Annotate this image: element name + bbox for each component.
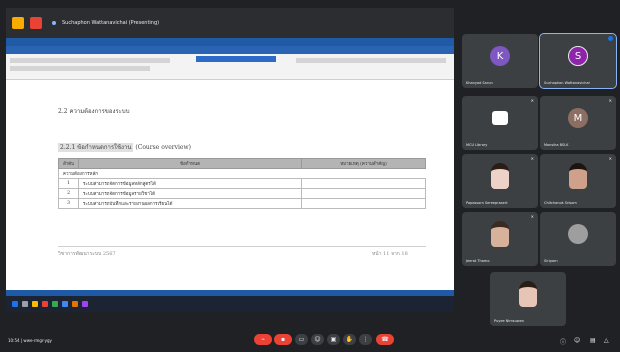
row-no: 1: [58, 178, 79, 189]
chat-icon[interactable]: ▤: [590, 337, 596, 344]
heading-2-2-1: 2.2.1 ข้อกำหนดการใช้งาน (Course overview…: [58, 142, 191, 152]
participant-name: Suchaphon Wattanavichai: [544, 81, 590, 85]
camera-off-button[interactable]: ▪: [274, 334, 292, 345]
raise-hand-button[interactable]: ✋: [343, 334, 356, 345]
leave-call-button[interactable]: ☎: [376, 334, 394, 345]
row-note: [301, 188, 426, 199]
shared-screen: Suchaphon Wattanavichai (Presenting) 2.2…: [6, 8, 454, 312]
participant-name: MCU Library: [466, 143, 488, 147]
mic-off-icon: ✕: [530, 214, 534, 219]
participant-tile[interactable]: Siriporn: [540, 212, 616, 266]
participant-name: Jeerat Thamo: [466, 259, 490, 263]
meet-window: Suchaphon Wattanavichai (Presenting) 2.2…: [0, 0, 620, 352]
row-desc: ระบบสามารถจัดการข้อมูลรายวิชาได้: [78, 188, 302, 199]
share-title: Suchaphon Wattanavichai (Presenting): [62, 20, 160, 26]
camera-video: [569, 163, 587, 189]
participant-tile[interactable]: Puyee Nimsuwan: [490, 272, 566, 326]
table-row: 1 ระบบสามารถจัดการข้อมูลหลักสูตรได้: [58, 178, 426, 189]
mic-off-icon: ✕: [530, 156, 534, 161]
speaking-icon: [608, 36, 613, 41]
row-no: 3: [58, 198, 79, 209]
start-icon[interactable]: [12, 301, 18, 307]
ribbon-row: [10, 58, 170, 63]
minimize-icon[interactable]: [12, 17, 24, 29]
table-row: 2 ระบบสามารถจัดการข้อมูลรายวิชาได้: [58, 188, 426, 199]
participant-tile-active[interactable]: S Suchaphon Wattanavichai: [539, 33, 617, 89]
camera-video: [491, 221, 509, 247]
table-header-row: ลำดับ ข้อกำหนด หมายเหตุ (ความสำคัญ): [58, 158, 426, 169]
captions-button[interactable]: ▭: [295, 334, 308, 345]
row-desc: ระบบสามารถจัดการข้อมูลหลักสูตรได้: [78, 178, 302, 189]
footer-divider: [58, 246, 426, 247]
word-ribbon: [6, 46, 454, 80]
row-note: [301, 178, 426, 189]
col-header: ข้อกำหนด: [78, 158, 302, 169]
mic-off-button[interactable]: ⌁: [254, 334, 272, 345]
row-note: [301, 198, 426, 209]
windows-taskbar: [6, 296, 454, 312]
footer-left: วิชาการพัฒนาระบบ 2567: [58, 251, 116, 257]
meeting-info: 10:54 | wwe-rmgr-ygy: [8, 338, 52, 343]
heading-2-2-1-text: 2.2.1 ข้อกำหนดการใช้งาน: [58, 143, 134, 152]
more-options-button[interactable]: ⋮: [359, 334, 372, 345]
col-header: หมายเหตุ (ความสำคัญ): [301, 158, 426, 169]
avatar: S: [568, 46, 588, 66]
participant-tile[interactable]: ✕ M Monsiha BSLK: [540, 96, 616, 150]
share-titlebar: Suchaphon Wattanavichai (Presenting): [6, 8, 454, 38]
app-icon[interactable]: [42, 301, 48, 307]
word-icon[interactable]: [62, 301, 68, 307]
participant-tile[interactable]: ✕ Papassorn Sereeprasert: [462, 154, 538, 208]
word-titlebar: [6, 38, 454, 46]
participant-name: Papassorn Sereeprasert: [466, 201, 508, 205]
app-icon[interactable]: [52, 301, 58, 307]
heading-2-2-1-en: (Course overview): [135, 144, 191, 151]
camera-video: [519, 281, 537, 307]
ribbon-styles: [296, 58, 446, 63]
participant-tile[interactable]: ✕ MCU Library: [462, 96, 538, 150]
participant-name: Puyee Nimsuwan: [494, 319, 525, 323]
ribbon-tabs: [6, 46, 454, 54]
col-header: ลำดับ: [58, 158, 79, 169]
participant-name: Khanyad Sarun: [466, 81, 493, 85]
camera-video: [491, 163, 509, 189]
search-icon[interactable]: [22, 301, 28, 307]
table-row: 3 ระบบสามารถบันทึกและรายงานผลการเรียนได้: [58, 198, 426, 209]
mic-off-icon: ✕: [608, 98, 612, 103]
heading-2-2: 2.2 ความต้องการของระบบ: [58, 108, 130, 115]
group-photo-icon: [568, 224, 588, 244]
row-no: 2: [58, 188, 79, 199]
presenting-dot-icon: [52, 21, 56, 25]
find-box[interactable]: [196, 56, 276, 62]
mic-off-icon: ✕: [608, 156, 612, 161]
emoji-button[interactable]: ☺: [311, 334, 324, 345]
app-icon[interactable]: [72, 301, 78, 307]
participant-name: Chitchanok Srisom: [544, 201, 577, 205]
people-icon[interactable]: ☺: [574, 337, 580, 344]
stop-share-icon[interactable]: [30, 17, 42, 29]
ribbon-row: [10, 66, 150, 71]
participant-name: Monsiha BSLK: [544, 143, 569, 147]
participant-tile[interactable]: K Khanyad Sarun: [462, 34, 538, 88]
row-desc: ระบบสามารถบันทึกและรายงานผลการเรียนได้: [78, 198, 302, 209]
avatar: K: [490, 46, 510, 66]
participant-name: Siriporn: [544, 259, 558, 263]
requirements-table: ลำดับ ข้อกำหนด หมายเหตุ (ความสำคัญ) ความ…: [58, 158, 426, 209]
mic-off-icon: ✕: [530, 98, 534, 103]
app-icon[interactable]: [82, 301, 88, 307]
info-icon[interactable]: ⓘ: [560, 337, 566, 346]
participant-tile[interactable]: ✕ Chitchanok Srisom: [540, 154, 616, 208]
document-page: 2.2 ความต้องการของระบบ 2.2.1 ข้อกำหนดการ…: [6, 80, 454, 290]
present-button[interactable]: ▣: [327, 334, 340, 345]
folder-icon[interactable]: [32, 301, 38, 307]
avatar: M: [568, 108, 588, 128]
library-logo-icon: [492, 111, 508, 125]
activities-icon[interactable]: △: [604, 337, 609, 344]
group-label: ความต้องการหลัก: [58, 168, 426, 179]
table-group-row: ความต้องการหลัก: [58, 168, 426, 179]
participant-tile[interactable]: ✕ Jeerat Thamo: [462, 212, 538, 266]
footer-right: หน้า 11 จาก 18: [372, 251, 408, 257]
